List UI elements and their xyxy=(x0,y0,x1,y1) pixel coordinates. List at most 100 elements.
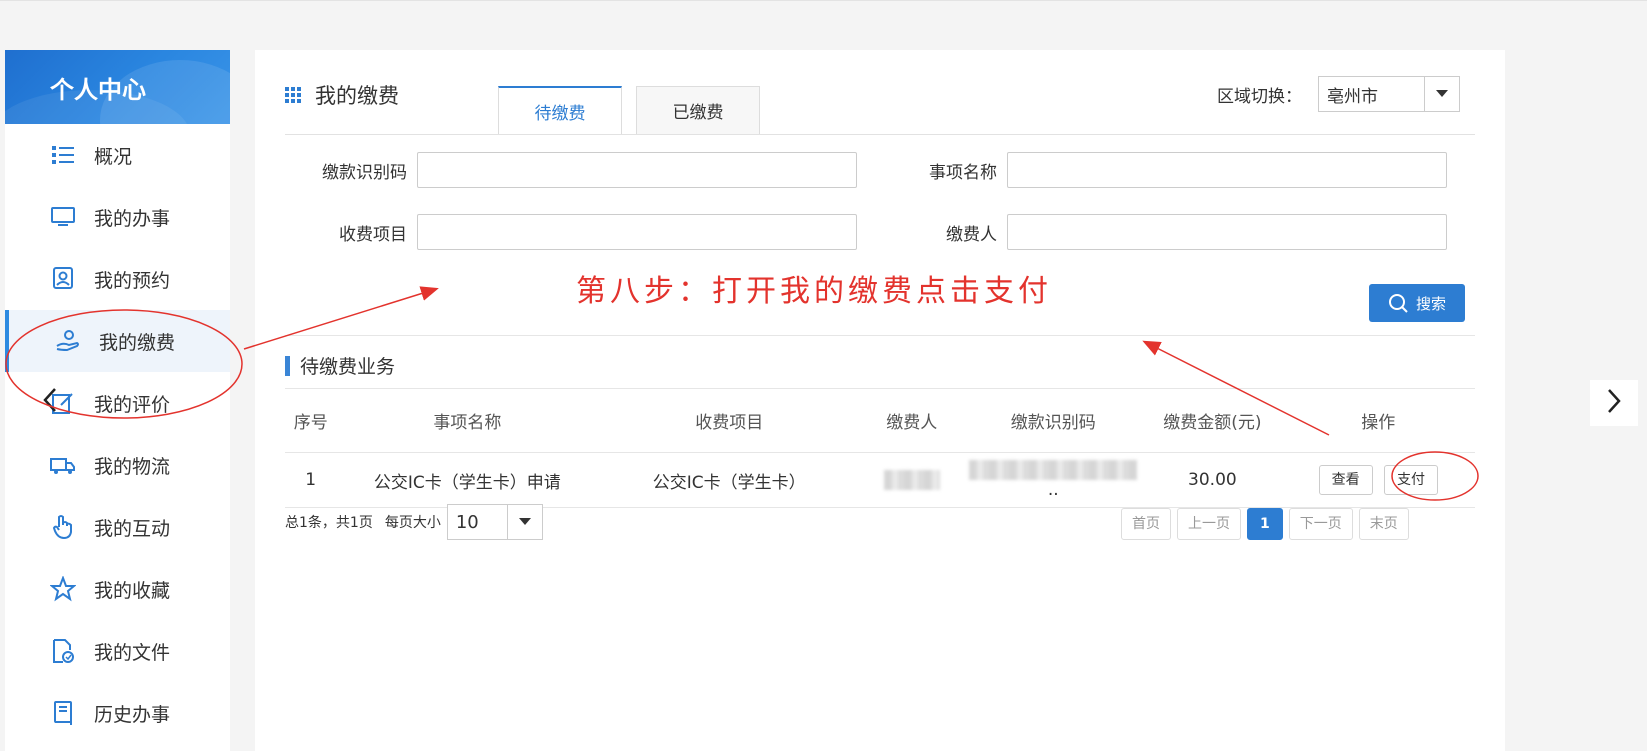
charge-item-input[interactable] xyxy=(417,214,857,250)
col-payment-code: 缴款识别码 xyxy=(963,388,1144,453)
redacted-payer xyxy=(883,470,940,490)
top-divider xyxy=(0,0,1647,1)
cell-amount: 30.00 xyxy=(1143,452,1282,508)
chevron-left-icon xyxy=(42,387,58,417)
view-button[interactable]: 查看 xyxy=(1318,465,1373,495)
charge-item-label: 收费项目 xyxy=(339,224,407,245)
payment-code-input[interactable] xyxy=(417,152,857,188)
page-size-value: 10 xyxy=(455,511,479,533)
region-switcher: 区域切换： 亳州市 xyxy=(1217,76,1460,112)
sidebar-item-label: 我的办事 xyxy=(94,207,171,230)
grid-icon xyxy=(285,87,301,103)
sidebar-item-history[interactable]: 历史办事 xyxy=(5,682,230,744)
sidebar-item-label: 我的文件 xyxy=(94,641,171,664)
book-icon xyxy=(50,700,76,726)
next-slide-button[interactable] xyxy=(1590,380,1638,426)
page-next-button[interactable]: 下一页 xyxy=(1288,508,1353,540)
sidebar-item-payment[interactable]: 我的缴费 xyxy=(5,310,230,372)
chevron-down-icon[interactable] xyxy=(1424,77,1459,111)
page-current-button[interactable]: 1 xyxy=(1247,508,1283,540)
star-icon xyxy=(50,576,76,602)
tab-pending[interactable]: 待缴费 xyxy=(498,86,622,135)
page-size-select[interactable]: 10 xyxy=(446,504,543,540)
section-title-text: 待缴费业务 xyxy=(300,356,396,378)
sidebar-item-label: 我的互动 xyxy=(94,517,171,540)
section-title: 待缴费业务 xyxy=(285,352,395,379)
page-prev-button[interactable]: 上一页 xyxy=(1177,508,1241,540)
sidebar-item-appointment[interactable]: 我的预约 xyxy=(5,248,230,310)
col-payer: 缴费人 xyxy=(860,388,964,453)
payer-input[interactable] xyxy=(1007,214,1447,250)
chevron-right-icon xyxy=(1606,388,1622,418)
main-panel: 我的缴费 待缴费 已缴费 区域切换： 亳州市 缴款识别码 事项名称 收费项目 缴… xyxy=(255,50,1505,751)
sidebar-item-label: 我的预约 xyxy=(94,269,171,292)
search-label: 搜索 xyxy=(1415,294,1446,313)
payment-code-label: 缴款识别码 xyxy=(322,162,407,183)
sidebar-item-interaction[interactable]: 我的互动 xyxy=(5,496,230,558)
col-index: 序号 xyxy=(285,388,337,453)
tab-paid[interactable]: 已缴费 xyxy=(636,86,760,134)
truck-icon xyxy=(50,452,76,478)
sidebar-item-label: 历史办事 xyxy=(94,703,171,726)
tab-bar: 待缴费 已缴费 xyxy=(498,86,774,135)
cell-item-name: 公交IC卡（学生卡）申请 xyxy=(336,452,599,508)
pager-summary: 总1条，共1页 每页大小 10 xyxy=(285,504,543,540)
pager-summary-text: 总1条，共1页 xyxy=(285,515,373,531)
col-amount: 缴费金额(元) xyxy=(1143,388,1282,453)
item-name-label: 事项名称 xyxy=(929,162,997,183)
sidebar-item-label: 概况 xyxy=(94,145,133,168)
sidebar-menu: 概况 我的办事 我的预约 我的缴费 我的评价 我的物流 我的互动 我的收藏 我的… xyxy=(5,124,230,744)
pointer-hand-icon xyxy=(50,514,76,540)
cell-charge-item: 公交IC卡（学生卡） xyxy=(598,452,861,508)
col-charge-item: 收费项目 xyxy=(598,388,861,453)
payer-label: 缴费人 xyxy=(946,224,997,245)
sidebar-item-label: 我的物流 xyxy=(94,455,171,478)
item-name-input[interactable] xyxy=(1007,152,1447,188)
col-actions: 操作 xyxy=(1281,388,1475,453)
sidebar-item-files[interactable]: 我的文件 xyxy=(5,620,230,682)
cell-actions: 查看 支付 xyxy=(1281,452,1475,508)
page-last-button[interactable]: 末页 xyxy=(1358,508,1409,540)
sidebar-item-logistics[interactable]: 我的物流 xyxy=(5,434,230,496)
search-icon xyxy=(1388,293,1408,313)
table-row: 1 公交IC卡（学生卡）申请 公交IC卡（学生卡） .. 30.00 查看 支付 xyxy=(285,452,1475,508)
sidebar-item-affairs[interactable]: 我的办事 xyxy=(5,186,230,248)
section-marker xyxy=(285,355,290,376)
list-icon xyxy=(50,142,76,168)
chevron-down-icon[interactable] xyxy=(506,505,542,539)
cell-payer xyxy=(860,452,964,508)
header-divider xyxy=(285,134,1475,135)
user-card-icon xyxy=(50,266,76,292)
previous-slide-button[interactable] xyxy=(30,380,70,424)
page-header: 我的缴费 xyxy=(285,80,399,110)
pagination: 首页 上一页 1 下一页 末页 xyxy=(1115,508,1409,540)
form-row-1: 缴款识别码 xyxy=(272,152,857,188)
pay-button[interactable]: 支付 xyxy=(1383,465,1438,495)
search-button[interactable]: 搜索 xyxy=(1369,284,1465,322)
sidebar-item-label: 我的缴费 xyxy=(99,331,176,354)
sidebar-item-label: 我的收藏 xyxy=(94,579,171,602)
sidebar-title: 个人中心 xyxy=(50,76,146,104)
monitor-icon xyxy=(50,204,76,230)
sidebar-item-favorites[interactable]: 我的收藏 xyxy=(5,558,230,620)
region-select[interactable]: 亳州市 xyxy=(1318,76,1460,112)
sidebar-item-label: 我的评价 xyxy=(94,393,171,416)
form-row-1b: 事项名称 xyxy=(862,152,1447,188)
pending-payments-table: 序号 事项名称 收费项目 缴费人 缴款识别码 缴费金额(元) 操作 1 公交IC… xyxy=(285,388,1475,508)
col-item-name: 事项名称 xyxy=(336,388,599,453)
payment-hand-icon xyxy=(55,328,81,354)
form-divider xyxy=(285,335,1475,336)
tutorial-step-text: 第八步：打开我的缴费点击支付 xyxy=(576,274,1052,309)
page-size-label: 每页大小 xyxy=(384,515,441,531)
form-row-2: 收费项目 xyxy=(272,214,857,250)
sidebar-header: 个人中心 xyxy=(5,50,230,124)
table-header-row: 序号 事项名称 收费项目 缴费人 缴款识别码 缴费金额(元) 操作 xyxy=(285,388,1475,453)
region-value: 亳州市 xyxy=(1327,86,1378,107)
cell-index: 1 xyxy=(285,452,337,508)
page-first-button[interactable]: 首页 xyxy=(1121,508,1171,540)
region-label: 区域切换： xyxy=(1217,86,1302,107)
code-ellipsis: .. xyxy=(1047,480,1059,500)
file-check-icon xyxy=(50,638,76,664)
sidebar-item-overview[interactable]: 概况 xyxy=(5,124,230,186)
redacted-code xyxy=(969,460,1138,480)
